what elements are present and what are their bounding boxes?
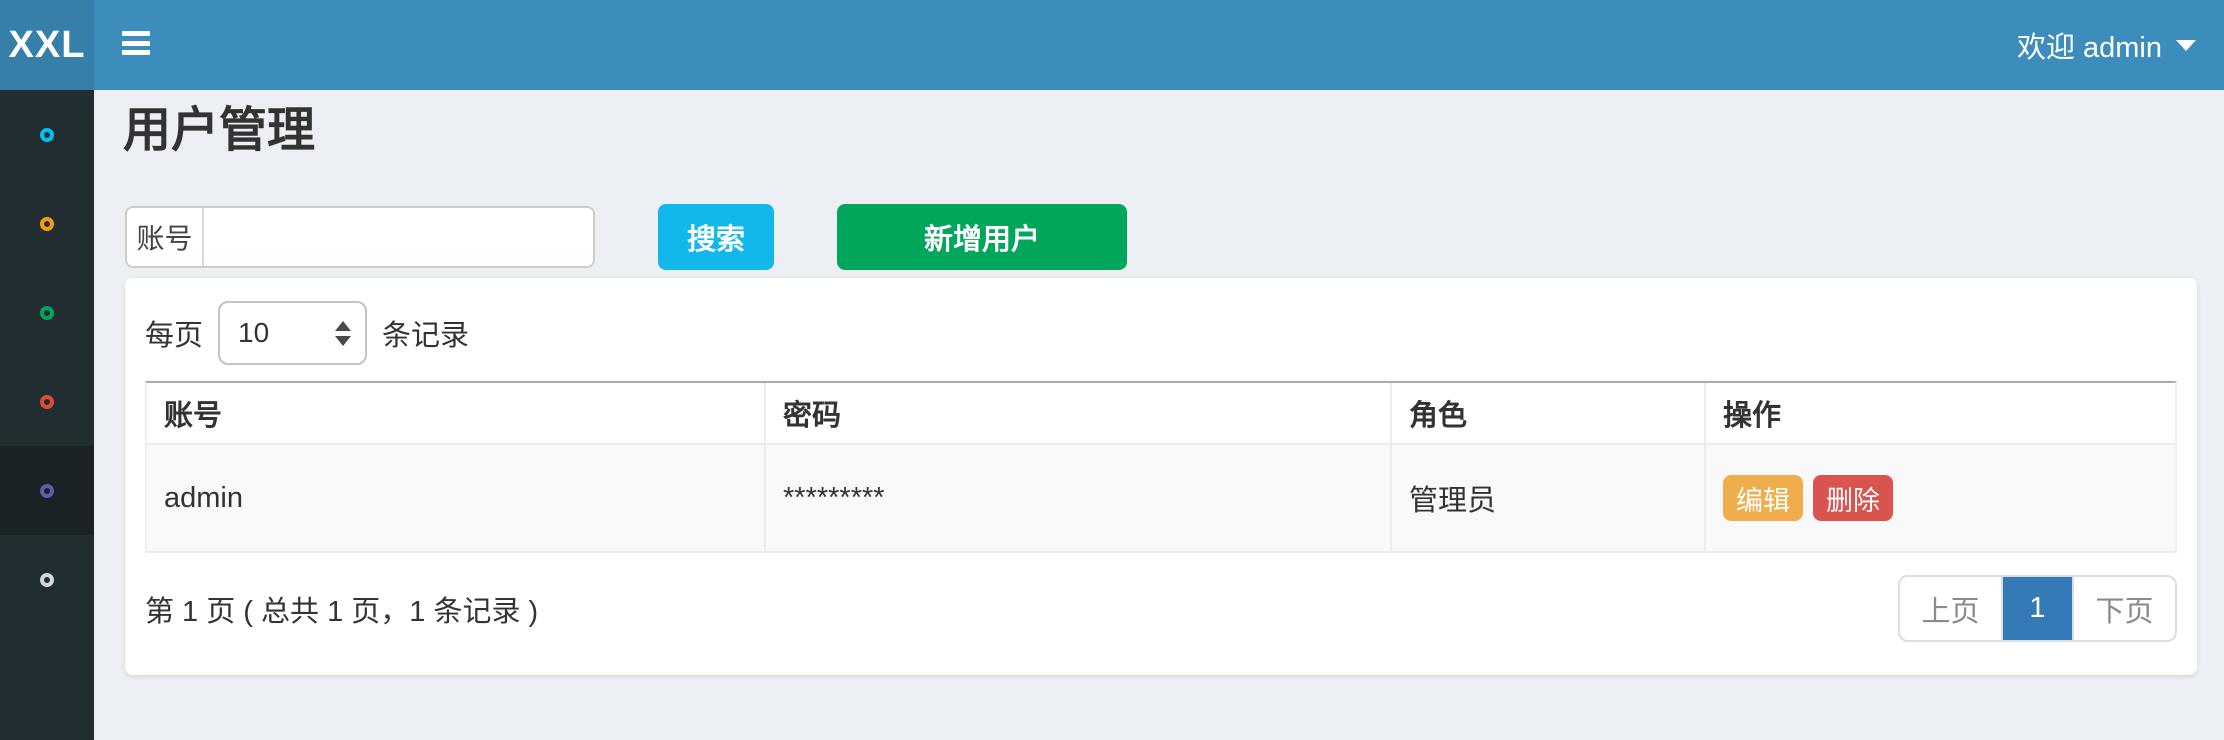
welcome-label: 欢迎 admin xyxy=(2017,24,2162,66)
page-size-value: 10 xyxy=(238,317,269,349)
caret-down-icon xyxy=(2176,40,2196,51)
delete-button[interactable]: 删除 xyxy=(1813,475,1893,521)
cell-role: 管理员 xyxy=(1392,445,1706,551)
next-page-button[interactable]: 下页 xyxy=(2072,577,2175,640)
hamburger-icon[interactable] xyxy=(122,31,150,55)
previous-page-button[interactable]: 上页 xyxy=(1900,577,2003,640)
sidebar-item-6[interactable] xyxy=(0,535,94,624)
sidebar-item-3[interactable] xyxy=(0,268,94,357)
edit-button[interactable]: 编辑 xyxy=(1723,475,1803,521)
circle-outline-icon xyxy=(40,217,54,231)
cell-password: ********* xyxy=(766,445,1392,551)
page-title: 用户管理 xyxy=(123,99,315,163)
sidebar xyxy=(0,90,94,740)
app-logo[interactable]: XXL xyxy=(0,0,94,90)
cell-actions: 编辑 删除 xyxy=(1706,445,2175,551)
header-role: 角色 xyxy=(1392,383,1706,443)
add-user-button[interactable]: 新增用户 xyxy=(837,204,1127,270)
header-password: 密码 xyxy=(766,383,1392,443)
circle-outline-icon xyxy=(40,573,54,587)
sidebar-item-4[interactable] xyxy=(0,357,94,446)
circle-outline-icon xyxy=(40,395,54,409)
table-header-row: 账号 密码 角色 操作 xyxy=(147,383,2175,445)
table-row: admin ********* 管理员 编辑 删除 xyxy=(147,445,2175,553)
page-size-row: 每页 10 条记录 xyxy=(145,300,469,366)
current-page-button[interactable]: 1 xyxy=(2003,577,2072,640)
cell-account: admin xyxy=(147,445,766,551)
sidebar-item-1[interactable] xyxy=(0,90,94,179)
select-stepper-icon xyxy=(335,321,351,346)
page-size-select[interactable]: 10 xyxy=(218,301,367,365)
page-size-prefix-label: 每页 xyxy=(145,312,203,354)
top-navbar: XXL 欢迎 admin xyxy=(0,0,2224,90)
pagination-controls: 上页 1 下页 xyxy=(1898,575,2177,642)
sidebar-item-5-active[interactable] xyxy=(0,446,94,535)
circle-outline-icon xyxy=(40,306,54,320)
user-table-panel: 每页 10 条记录 账号 密码 角色 操作 admin ********* 管理… xyxy=(125,278,2197,675)
circle-outline-icon xyxy=(40,484,54,498)
pagination-info: 第 1 页 ( 总共 1 页，1 条记录 ) xyxy=(145,575,538,642)
user-menu[interactable]: 欢迎 admin xyxy=(2017,0,2196,90)
search-button[interactable]: 搜索 xyxy=(658,204,774,270)
users-table: 账号 密码 角色 操作 admin ********* 管理员 编辑 删除 xyxy=(145,381,2177,553)
header-account: 账号 xyxy=(147,383,766,443)
sidebar-item-2[interactable] xyxy=(0,179,94,268)
page-size-suffix-label: 条记录 xyxy=(382,312,469,354)
circle-outline-icon xyxy=(40,128,54,142)
header-actions: 操作 xyxy=(1706,383,2175,443)
account-search-input[interactable] xyxy=(204,208,593,266)
account-search-group: 账号 xyxy=(125,206,595,268)
account-input-label: 账号 xyxy=(127,208,204,266)
